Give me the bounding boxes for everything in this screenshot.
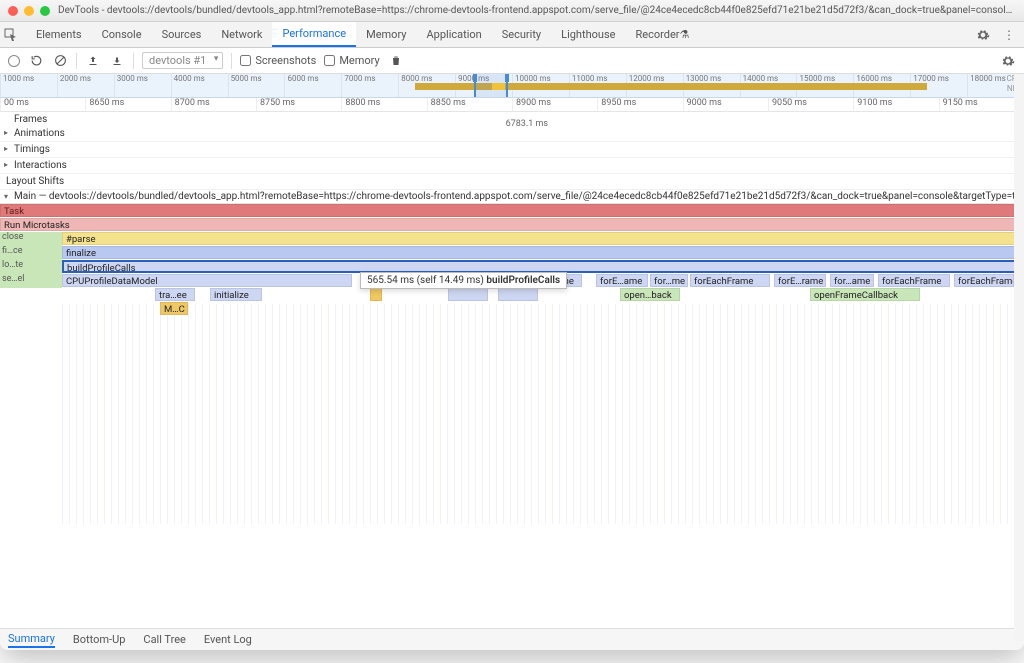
selection-handle-left[interactable] xyxy=(473,74,477,82)
tab-performance[interactable]: Performance xyxy=(272,22,356,47)
titlebar: DevTools - devtools://devtools/bundled/d… xyxy=(0,0,1024,22)
flame-foreach-2[interactable]: forE…rame xyxy=(774,274,826,287)
flame-cpuprofiledatamodel[interactable]: CPUProfileDataModel xyxy=(62,274,352,287)
track-timings[interactable]: Timings xyxy=(0,142,1024,158)
panel-tabs: Elements Console Sources Network Perform… xyxy=(0,22,1024,48)
flame-task[interactable]: Task xyxy=(0,204,1024,217)
minimize-window-icon[interactable] xyxy=(24,6,34,16)
details-tabs: Summary Bottom-Up Call Tree Event Log xyxy=(0,628,1024,650)
save-profile-button[interactable] xyxy=(109,53,125,69)
flame-detail-stripes xyxy=(62,304,1024,524)
record-button[interactable] xyxy=(8,55,20,67)
gc-button[interactable] xyxy=(388,53,404,69)
settings-gear-icon[interactable] xyxy=(976,28,998,42)
track-interactions[interactable]: Interactions xyxy=(0,158,1024,174)
flame-small-2[interactable] xyxy=(448,288,488,301)
tab-sources[interactable]: Sources xyxy=(152,22,212,47)
btab-summary[interactable]: Summary xyxy=(8,632,55,648)
flame-foreachframe-3[interactable]: forEachFrame xyxy=(954,274,1014,287)
traffic-lights xyxy=(8,6,50,16)
tab-recorder[interactable]: Recorder ⚗ xyxy=(625,22,699,47)
flame-chart[interactable]: Task Run Microtasks close #parse fi…ce f… xyxy=(0,204,1024,534)
clear-button[interactable] xyxy=(52,53,68,69)
flame-openframecallback[interactable]: openFrameCallback xyxy=(810,288,920,301)
track-list: Frames 6783.1 ms Animations Timings Inte… xyxy=(0,112,1024,204)
flame-traee[interactable]: tra…ee xyxy=(155,288,195,301)
track-layout-shifts[interactable]: Layout Shifts xyxy=(0,174,1024,190)
flame-parse[interactable]: #parse xyxy=(62,232,1024,245)
flame-openback[interactable]: open…back xyxy=(620,288,680,301)
tab-security[interactable]: Security xyxy=(492,22,551,47)
flame-finalize[interactable]: finalize xyxy=(62,246,1024,259)
memory-checkbox[interactable]: Memory xyxy=(324,54,379,67)
zoom-window-icon[interactable] xyxy=(40,6,50,16)
tab-application[interactable]: Application xyxy=(416,22,491,47)
track-animations[interactable]: Animations xyxy=(0,126,1024,142)
gutter-fice: fi…ce xyxy=(0,246,62,260)
flame-initialize[interactable]: initialize xyxy=(210,288,262,301)
profile-select[interactable]: devtools #1 xyxy=(142,52,223,69)
flame-foreachframe-1[interactable]: forEachFrame xyxy=(690,274,770,287)
flame-foreachframe-2[interactable]: forEachFrame xyxy=(878,274,950,287)
gutter-close: close xyxy=(0,232,62,246)
load-profile-button[interactable] xyxy=(85,53,101,69)
gutter-seel: se…el xyxy=(0,274,62,288)
flame-small-1[interactable] xyxy=(370,288,382,301)
tab-elements[interactable]: Elements xyxy=(26,22,92,47)
selection-handle-right[interactable] xyxy=(505,74,509,82)
flame-for-2[interactable]: for…ame xyxy=(830,274,874,287)
timeline-overview[interactable]: 1000 ms 2000 ms 3000 ms 4000 ms 5000 ms … xyxy=(0,74,1024,98)
flame-microtasks[interactable]: Run Microtasks xyxy=(0,218,1024,231)
flame-foreach-1[interactable]: forE…ame xyxy=(596,274,648,287)
track-main[interactable]: Main — devtools://devtools/bundled/devto… xyxy=(0,190,1024,204)
flame-tooltip: 565.54 ms (self 14.49 ms) buildProfileCa… xyxy=(360,272,567,289)
btab-bottom-up[interactable]: Bottom-Up xyxy=(73,633,126,646)
track-frames[interactable]: Frames xyxy=(0,112,64,127)
window-title: DevTools - devtools://devtools/bundled/d… xyxy=(58,5,1016,16)
detail-ruler[interactable]: 00 ms 8650 ms 8700 ms 8750 ms 8800 ms 88… xyxy=(0,98,1024,112)
capture-settings-gear-icon[interactable] xyxy=(1000,53,1016,69)
perf-toolbar: devtools #1 Screenshots Memory xyxy=(0,48,1024,74)
vertical-scrollbar[interactable] xyxy=(1014,74,1024,641)
tab-memory[interactable]: Memory xyxy=(356,22,416,47)
btab-event-log[interactable]: Event Log xyxy=(204,633,252,646)
tab-console[interactable]: Console xyxy=(92,22,152,47)
more-icon[interactable]: ⋮ xyxy=(998,28,1020,42)
gutter-lote: lo…te xyxy=(0,260,62,274)
btab-call-tree[interactable]: Call Tree xyxy=(143,633,185,646)
overview-highlight xyxy=(492,83,505,90)
tab-lighthouse[interactable]: Lighthouse xyxy=(551,22,625,47)
close-window-icon[interactable] xyxy=(8,6,18,16)
screenshots-checkbox[interactable]: Screenshots xyxy=(240,54,316,67)
inspect-icon[interactable] xyxy=(4,28,26,42)
flame-for-1[interactable]: for…me xyxy=(650,274,688,287)
flask-icon: ⚗ xyxy=(680,28,690,41)
reload-button[interactable] xyxy=(28,53,44,69)
tab-network[interactable]: Network xyxy=(211,22,272,47)
flame-small-3[interactable] xyxy=(498,288,538,301)
